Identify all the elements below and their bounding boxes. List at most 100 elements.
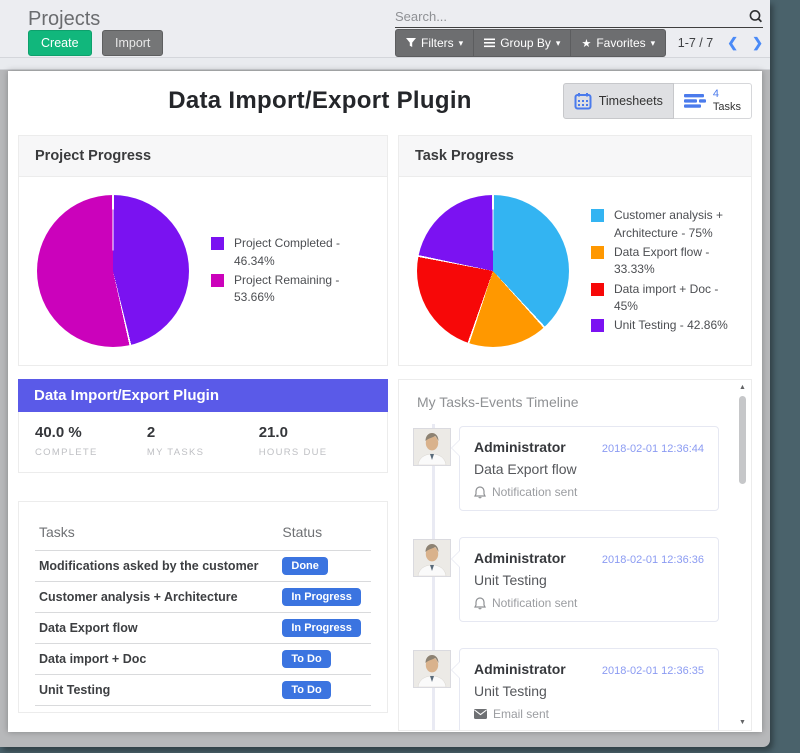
- table-row: Modifications asked by the customer Done: [35, 551, 371, 582]
- timeline-task: Unit Testing: [474, 572, 704, 588]
- user-avatar: [413, 539, 451, 577]
- timeline-user: Administrator: [474, 661, 566, 677]
- legend-swatch: [591, 283, 604, 296]
- status-badge: To Do: [282, 650, 330, 668]
- star-icon: ★: [581, 37, 591, 50]
- legend-swatch: [591, 319, 604, 332]
- scroll-up-icon[interactable]: ▲: [739, 384, 746, 391]
- import-button[interactable]: Import: [102, 30, 163, 56]
- stat-my-tasks: 2 MY TASKS: [147, 424, 259, 458]
- legend-item: Project Remaining - 53.66%: [211, 272, 377, 307]
- stat-value: 40.0 %: [35, 424, 147, 441]
- legend-swatch: [591, 246, 604, 259]
- timesheets-label: Timesheets: [599, 94, 663, 108]
- timeline-event: Notification sent: [492, 485, 577, 499]
- bars-icon: [484, 38, 495, 48]
- status-badge: In Progress: [282, 588, 361, 606]
- stat-value: 21.0: [259, 424, 371, 441]
- table-row: Customer analysis + Architecture In Prog…: [35, 582, 371, 613]
- pager-prev-button[interactable]: ❮: [727, 35, 738, 51]
- search-controls: Filters ▾ Group By ▾ ★ Favorites ▾ 1-7: [395, 29, 763, 57]
- timeline-entry: Administrator 2018-02-01 12:36:44 Data E…: [417, 426, 733, 521]
- legend-item: Customer analysis + Architecture - 75%: [591, 207, 741, 242]
- scroll-down-icon[interactable]: ▼: [739, 719, 746, 726]
- timeline-event: Notification sent: [492, 596, 577, 610]
- panel-header: Data Import/Export Plugin: [8, 71, 762, 135]
- left-column: Project Progress Project Completed - 46.…: [18, 135, 388, 731]
- timeline-title: My Tasks-Events Timeline: [417, 394, 733, 410]
- group-by-button[interactable]: Group By ▾: [473, 30, 570, 56]
- task-name: Unit Testing: [35, 675, 278, 706]
- page-title: Data Import/Export Plugin: [8, 87, 632, 115]
- legend-swatch: [211, 237, 224, 250]
- timeline-entry: Administrator 2018-02-01 12:36:36 Unit T…: [417, 537, 733, 632]
- task-progress-pie-chart: [417, 195, 569, 347]
- timeline-entry: Administrator 2018-02-01 12:36:35 Unit T…: [417, 648, 733, 731]
- timeline-user: Administrator: [474, 439, 566, 455]
- pager: 1-7 / 7 ❮ ❯: [678, 35, 763, 51]
- legend-item: Data Export flow - 33.33%: [591, 244, 741, 279]
- chevron-down-icon: ▾: [459, 38, 464, 49]
- stat-label: COMPLETE: [35, 447, 147, 458]
- chevron-down-icon: ▾: [651, 38, 656, 49]
- project-progress-title: Project Progress: [19, 136, 387, 177]
- right-column: Task Progress Customer analysis + Archit…: [398, 135, 752, 731]
- favorites-button[interactable]: ★ Favorites ▾: [570, 30, 665, 56]
- project-progress-pie-chart: [37, 195, 189, 347]
- scrollbar-thumb[interactable]: [739, 396, 746, 484]
- legend-swatch: [211, 274, 224, 287]
- project-progress-legend: Project Completed - 46.34% Project Remai…: [211, 233, 377, 309]
- tasks-column-header: Tasks: [35, 520, 278, 551]
- timeline-scrollbar[interactable]: ▲ ▼: [738, 384, 748, 726]
- search-input[interactable]: Search...: [395, 6, 763, 28]
- project-stats-card: Data Import/Export Plugin 40.0 % COMPLET…: [18, 379, 388, 473]
- stat-value: 2: [147, 424, 259, 441]
- status-badge: To Do: [282, 681, 330, 699]
- project-progress-card: Project Progress Project Completed - 46.…: [18, 135, 388, 366]
- legend-label: Customer analysis + Architecture - 75%: [614, 207, 741, 242]
- table-row: Data import + Doc To Do: [35, 644, 371, 675]
- filters-button[interactable]: Filters ▾: [396, 30, 473, 56]
- task-name: Data Export flow: [35, 613, 278, 644]
- task-list-icon: [684, 93, 706, 109]
- stat-hours-due: 21.0 HOURS DUE: [259, 424, 371, 458]
- task-progress-title: Task Progress: [399, 136, 751, 177]
- tasks-table-card: Tasks Status Modifications asked by the …: [18, 501, 388, 713]
- action-buttons: Create Import: [28, 30, 163, 56]
- pager-next-button[interactable]: ❯: [752, 35, 763, 51]
- task-progress-card: Task Progress Customer analysis + Archit…: [398, 135, 752, 366]
- user-avatar: [413, 650, 451, 688]
- timeline-task: Data Export flow: [474, 461, 704, 477]
- create-button[interactable]: Create: [28, 30, 92, 56]
- tasks-label: Tasks: [713, 101, 741, 114]
- envelope-icon: [474, 709, 487, 719]
- top-bar: Projects Search... Create Import Filter: [0, 0, 770, 58]
- legend-item: Unit Testing - 42.86%: [591, 317, 741, 334]
- search-icon[interactable]: [748, 9, 763, 24]
- timesheets-button[interactable]: Timesheets: [563, 83, 674, 119]
- legend-label: Project Remaining - 53.66%: [234, 272, 377, 307]
- table-row: Data Export flow In Progress: [35, 613, 371, 644]
- topbar-divider: [0, 58, 770, 70]
- tasks-table: Tasks Status Modifications asked by the …: [35, 520, 371, 706]
- task-progress-legend: Customer analysis + Architecture - 75% D…: [591, 205, 741, 337]
- legend-label: Data import + Doc - 45%: [614, 281, 741, 316]
- calendar-icon: [574, 92, 592, 110]
- header-buttons: Timesheets 4: [563, 83, 752, 119]
- breadcrumb-projects[interactable]: Projects: [28, 8, 100, 31]
- legend-label: Project Completed - 46.34%: [234, 235, 377, 270]
- timeline-user: Administrator: [474, 550, 566, 566]
- stat-label: MY TASKS: [147, 447, 259, 458]
- timeline-bubble: Administrator 2018-02-01 12:36:35 Unit T…: [459, 648, 719, 731]
- funnel-icon: [406, 38, 416, 48]
- favorites-label: Favorites: [596, 36, 645, 50]
- group-by-label: Group By: [500, 36, 551, 50]
- bell-icon: [474, 597, 486, 610]
- status-badge: Done: [282, 557, 328, 575]
- tasks-button[interactable]: 4 Tasks: [674, 83, 752, 119]
- stat-label: HOURS DUE: [259, 447, 371, 458]
- task-name: Data import + Doc: [35, 644, 278, 675]
- timeline-datetime: 2018-02-01 12:36:35: [602, 665, 704, 677]
- legend-label: Unit Testing - 42.86%: [614, 317, 728, 334]
- timeline-datetime: 2018-02-01 12:36:36: [602, 554, 704, 566]
